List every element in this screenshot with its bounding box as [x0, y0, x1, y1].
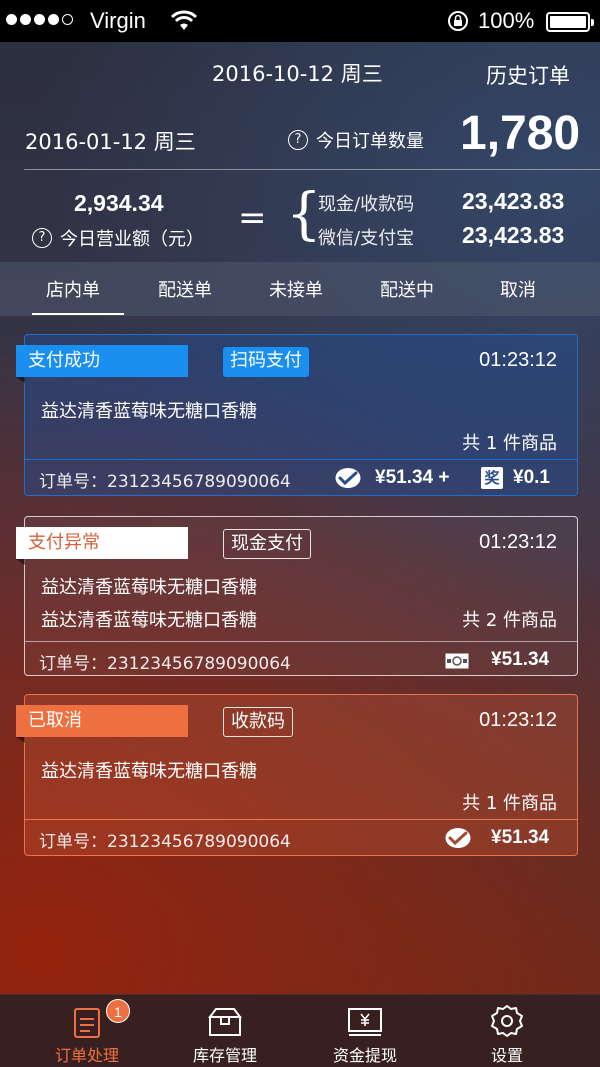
wechat-icon — [335, 468, 361, 488]
order-count-label-text: 今日订单数量 — [316, 131, 424, 152]
today-date: 2016-01-12 周三 — [25, 130, 196, 154]
tab-delivering[interactable]: 配送中 — [380, 276, 434, 302]
help-icon[interactable]: ? — [32, 228, 52, 248]
summary-divider — [24, 169, 600, 170]
rotation-lock-icon — [448, 11, 468, 31]
order-price: ¥51.34 — [491, 649, 550, 670]
battery-icon — [546, 12, 594, 32]
nav-settings[interactable]: 设置 — [432, 995, 582, 1067]
nav-label: 设置 — [490, 1046, 523, 1065]
order-card[interactable]: 已取消 收款码 01:23:12 益达清香蓝莓味无糖口香糖 共 1 件商品 订单… — [16, 694, 578, 856]
payment-method-badge: 收款码 — [223, 707, 293, 737]
card-divider — [25, 641, 577, 642]
order-price: ¥51.34 — [491, 827, 550, 848]
order-price: ¥51.34 + — [375, 467, 450, 488]
order-item: 益达清香蓝莓味无糖口香糖 — [41, 610, 257, 631]
wechat-icon — [445, 828, 471, 848]
order-count: 1,780 — [460, 107, 581, 160]
cash-qr-label: 现金/收款码 — [318, 194, 415, 215]
order-tabs: 店内单 配送单 未接单 配送中 取消 — [0, 262, 600, 316]
carrier-name: Virgin — [90, 8, 146, 33]
cash-icon — [445, 653, 469, 669]
status-tag: 支付异常 — [16, 527, 188, 565]
inventory-icon — [208, 1008, 242, 1036]
nav-inventory[interactable]: 库存管理 — [150, 995, 300, 1067]
signal-strength-icon — [6, 14, 73, 25]
tab-in-store[interactable]: 店内单 — [46, 276, 100, 302]
card-divider — [25, 819, 577, 820]
history-orders-link[interactable]: 历史订单 — [486, 60, 570, 90]
active-tab-indicator — [32, 313, 124, 315]
bonus-amount: ¥0.1 — [513, 467, 550, 488]
order-count-label: ? 今日订单数量 — [288, 127, 424, 153]
order-icon — [74, 1008, 100, 1038]
status-label: 支付成功 — [28, 350, 100, 371]
header-date: 2016-10-12 周三 — [212, 62, 383, 86]
order-number: 订单号：23123456789090064 — [39, 654, 291, 674]
revenue-label: ? 今日营业额（元） — [32, 225, 204, 251]
item-count: 共 1 件商品 — [462, 433, 557, 454]
nav-label: 资金提现 — [332, 1046, 397, 1065]
wechat-alipay-label: 微信/支付宝 — [318, 228, 415, 249]
status-label: 已取消 — [28, 710, 82, 731]
card-divider — [25, 459, 577, 460]
item-count: 共 2 件商品 — [462, 610, 557, 631]
nav-withdraw[interactable]: 资金提现 — [290, 995, 440, 1067]
equals-sign: = — [238, 198, 267, 238]
nav-orders[interactable]: 1 订单处理 — [12, 995, 162, 1067]
tab-delivery[interactable]: 配送单 — [158, 276, 212, 302]
revenue-value: 2,934.34 — [74, 190, 164, 216]
status-tag: 支付成功 — [16, 345, 188, 383]
status-bar: Virgin 100% — [0, 0, 600, 42]
nav-label: 库存管理 — [192, 1046, 257, 1065]
order-item: 益达清香蓝莓味无糖口香糖 — [41, 401, 257, 422]
order-item: 益达清香蓝莓味无糖口香糖 — [41, 761, 257, 782]
tab-cancelled[interactable]: 取消 — [500, 276, 536, 302]
gear-icon — [491, 1005, 523, 1037]
nav-label: 订单处理 — [54, 1046, 119, 1065]
withdraw-icon — [348, 1008, 382, 1036]
tab-not-accepted[interactable]: 未接单 — [269, 276, 323, 302]
cash-qr-value: 23,423.83 — [462, 188, 565, 214]
status-tag: 已取消 — [16, 705, 188, 743]
order-number: 订单号：23123456789090064 — [39, 472, 291, 492]
wechat-alipay-value: 23,423.83 — [462, 222, 565, 248]
battery-percent: 100% — [478, 8, 535, 33]
payment-method-badge: 现金支付 — [223, 529, 311, 559]
order-time: 01:23:12 — [479, 531, 557, 553]
order-time: 01:23:12 — [479, 349, 557, 371]
order-card[interactable]: 支付异常 现金支付 01:23:12 益达清香蓝莓味无糖口香糖 益达清香蓝莓味无… — [16, 516, 578, 676]
payment-method-badge: 扫码支付 — [223, 347, 309, 377]
help-icon[interactable]: ? — [288, 130, 308, 150]
status-label: 支付异常 — [28, 532, 100, 553]
order-item: 益达清香蓝莓味无糖口香糖 — [41, 577, 257, 598]
order-number: 订单号：23123456789090064 — [39, 832, 291, 852]
wifi-icon — [170, 10, 198, 30]
order-card[interactable]: 支付成功 扫码支付 01:23:12 益达清香蓝莓味无糖口香糖 共 1 件商品 … — [16, 334, 578, 496]
order-badge: 1 — [106, 999, 130, 1023]
bonus-icon: 奖 — [481, 467, 503, 489]
revenue-label-text: 今日营业额（元） — [60, 229, 204, 250]
brace: { — [286, 182, 322, 247]
item-count: 共 1 件商品 — [462, 793, 557, 814]
order-time: 01:23:12 — [479, 709, 557, 731]
bottom-nav: 1 订单处理 库存管理 资金提现 设置 — [0, 994, 600, 1067]
